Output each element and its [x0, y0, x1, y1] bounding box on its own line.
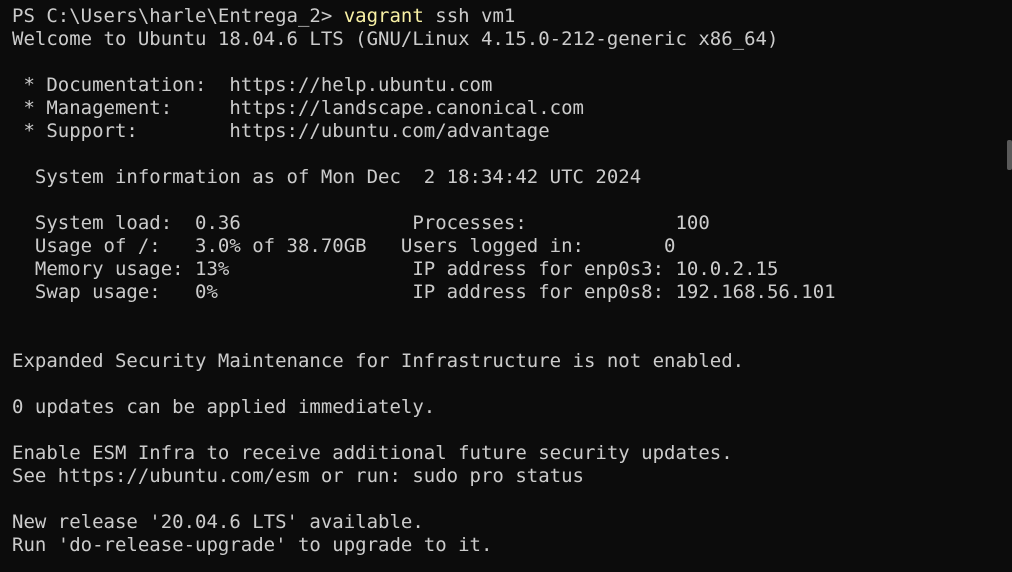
output-line: Enable ESM Infra to receive additional f…: [12, 442, 733, 464]
output-line: 0 updates can be applied immediately.: [12, 396, 436, 418]
output-line: * Documentation: https://help.ubuntu.com: [12, 74, 493, 96]
output-line: * Support: https://ubuntu.com/advantage: [12, 120, 550, 142]
output-line: Expanded Security Maintenance for Infras…: [12, 350, 745, 372]
output-line: Welcome to Ubuntu 18.04.6 LTS (GNU/Linux…: [12, 28, 779, 50]
output-line: Run 'do-release-upgrade' to upgrade to i…: [12, 534, 493, 556]
scrollbar-thumb[interactable]: [1007, 140, 1012, 170]
prompt-line: PS C:\Users\harle\Entrega_2> vagrant ssh…: [12, 5, 1012, 28]
output-line: See https://ubuntu.com/esm or run: sudo …: [12, 465, 584, 487]
terminal-window[interactable]: PS C:\Users\harle\Entrega_2> vagrant ssh…: [0, 0, 1012, 572]
command-name: vagrant: [343, 5, 424, 27]
output-line: System load: 0.36 Processes: 100: [12, 212, 710, 234]
command-args: ssh vm1: [423, 5, 516, 27]
output-line: Swap usage: 0% IP address for enp0s8: 19…: [12, 281, 836, 303]
prompt: PS C:\Users\harle\Entrega_2>: [12, 5, 344, 27]
output-line: System information as of Mon Dec 2 18:34…: [12, 166, 642, 188]
output-line: Usage of /: 3.0% of 38.70GB Users logged…: [12, 235, 676, 257]
output-line: * Management: https://landscape.canonica…: [12, 97, 584, 119]
output-line: New release '20.04.6 LTS' available.: [12, 511, 424, 533]
output-line: Memory usage: 13% IP address for enp0s3:…: [12, 258, 779, 280]
